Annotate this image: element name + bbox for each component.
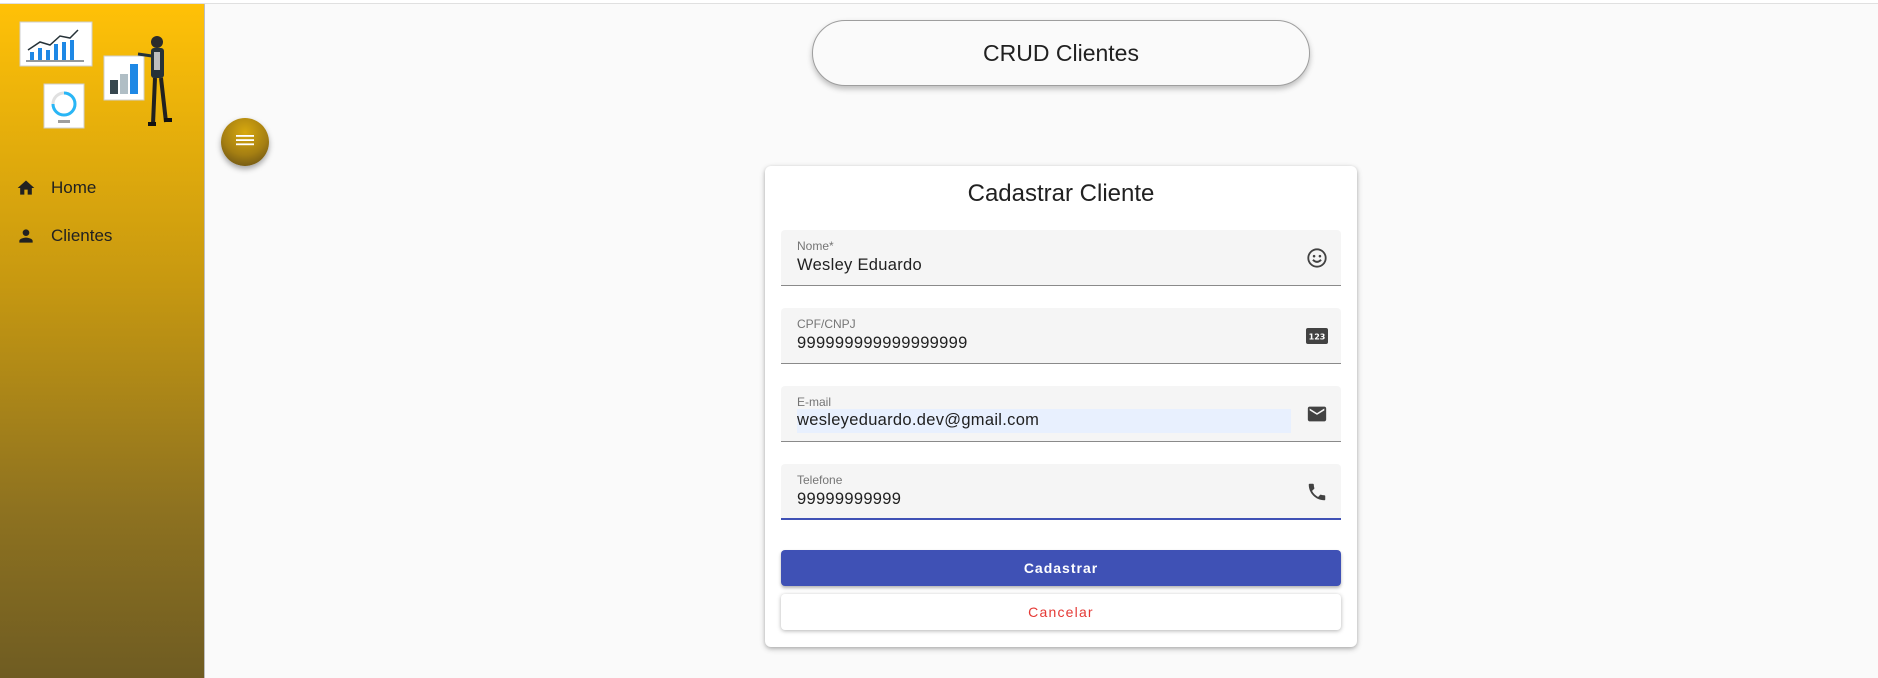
menu-icon (235, 132, 255, 153)
client-form-card: Cadastrar Cliente Nome* Wesley Eduardo C… (765, 166, 1357, 647)
page-title: CRUD Clientes (812, 20, 1310, 86)
menu-button[interactable] (221, 118, 269, 166)
sidebar-item-label: Home (51, 178, 97, 197)
person-icon (16, 226, 36, 246)
svg-text:123: 123 (1309, 333, 1326, 342)
field-value[interactable]: 999999999999999999 (797, 334, 968, 353)
home-icon (16, 178, 36, 198)
sidebar-nav: Home Clientes (0, 164, 205, 260)
cpf-cnpj-field[interactable]: CPF/CNPJ 999999999999999999 123 (781, 308, 1341, 364)
sidebar: Home Clientes (0, 4, 205, 678)
cancel-button[interactable]: Cancelar (781, 594, 1341, 630)
submit-button[interactable]: Cadastrar (781, 550, 1341, 586)
name-field[interactable]: Nome* Wesley Eduardo (781, 230, 1341, 286)
field-label: Nome* (797, 239, 834, 253)
phone-icon (1305, 480, 1329, 504)
field-label: E-mail (797, 395, 832, 409)
sidebar-item-home[interactable]: Home (0, 164, 205, 212)
mail-icon (1305, 402, 1329, 426)
phone-field[interactable]: Telefone 99999999999 (781, 464, 1341, 520)
sidebar-item-label: Clientes (51, 226, 113, 245)
email-field[interactable]: E-mail wesleyeduardo.dev@gmail.com (781, 386, 1341, 442)
face-icon (1305, 246, 1329, 270)
sidebar-item-clientes[interactable]: Clientes (0, 212, 205, 260)
form-title: Cadastrar Cliente (967, 180, 1155, 207)
field-label: Telefone (797, 473, 843, 487)
pin-123-icon: 123 (1305, 324, 1329, 348)
field-label: CPF/CNPJ (797, 317, 856, 331)
dashboard-charts-illustration (19, 21, 172, 129)
top-border (0, 0, 1878, 4)
field-value[interactable]: Wesley Eduardo (797, 256, 922, 275)
field-value[interactable]: 99999999999 (797, 490, 901, 509)
field-value[interactable]: wesleyeduardo.dev@gmail.com (797, 409, 1291, 433)
